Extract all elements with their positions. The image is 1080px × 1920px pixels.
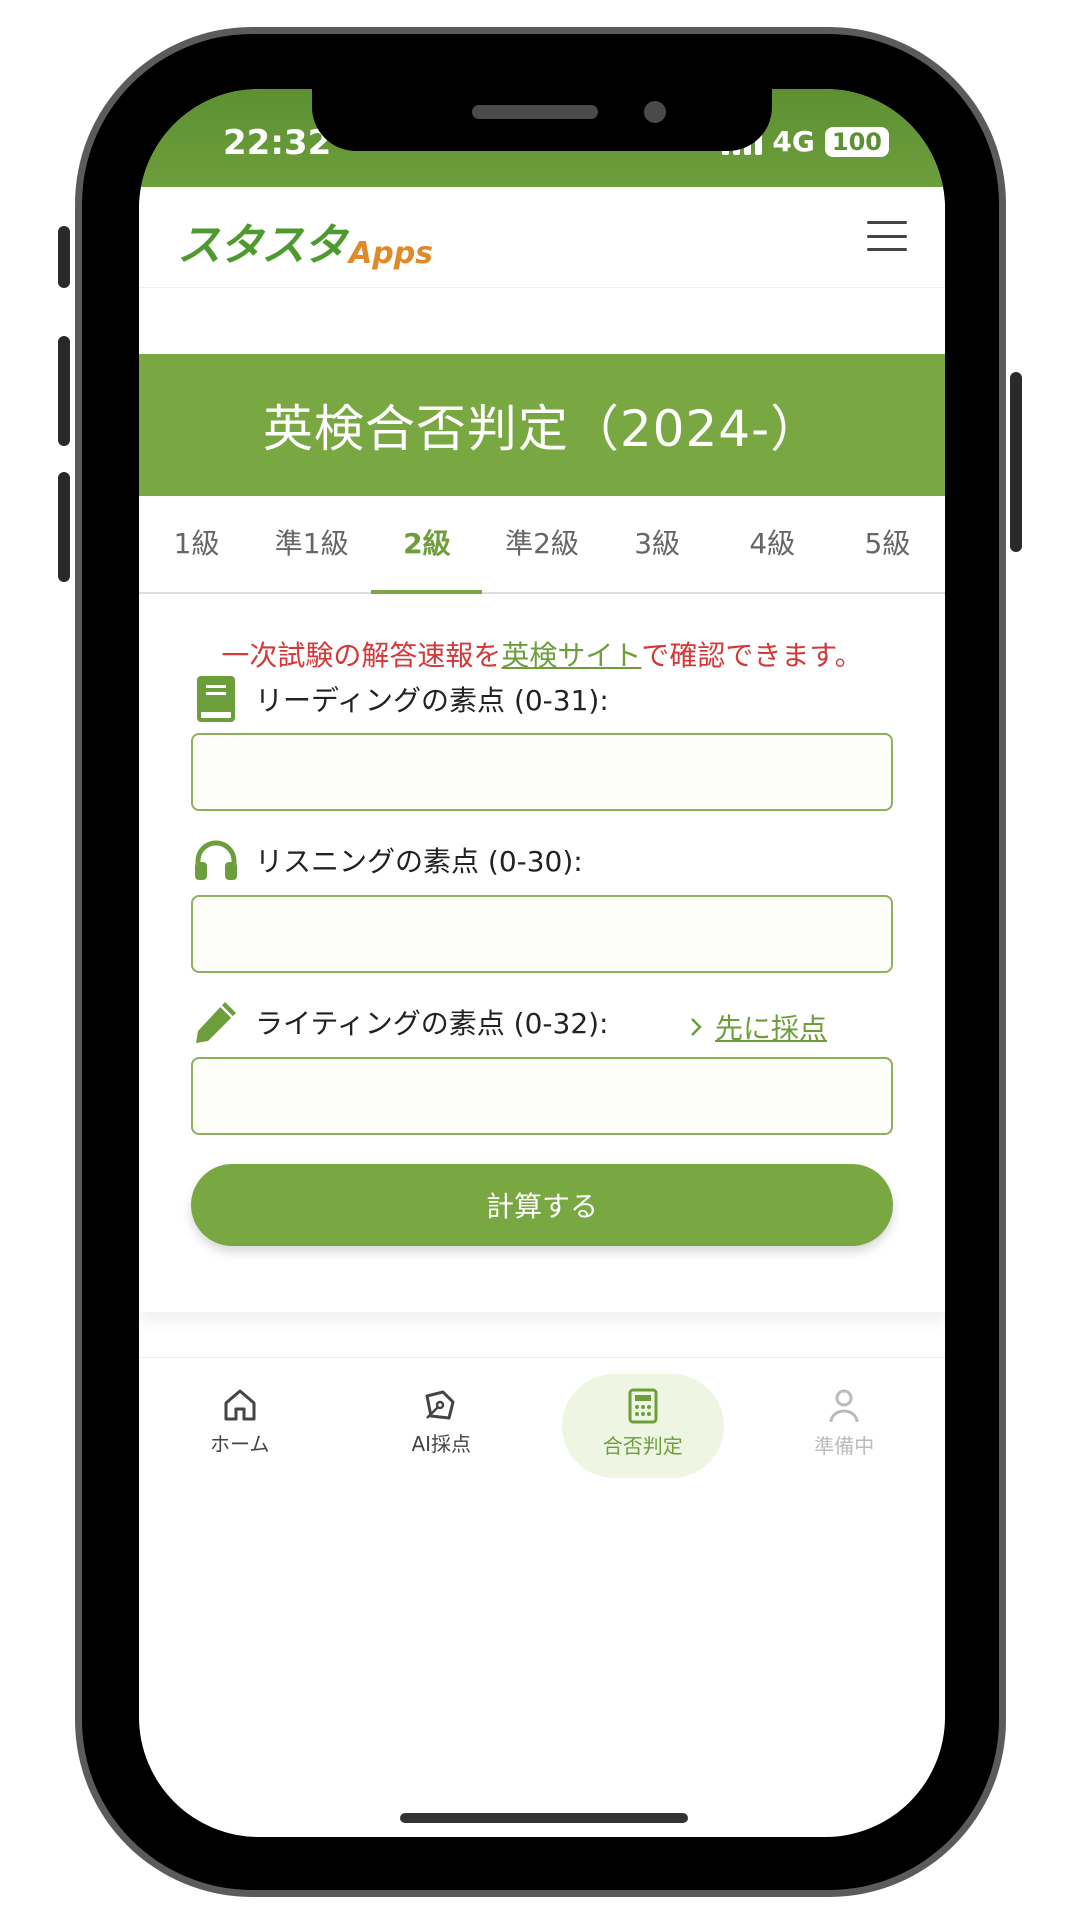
calculate-button[interactable]: 計算する [191, 1164, 893, 1246]
listening-label-row: リスニングの素点 (0-30): [191, 835, 583, 885]
phone-volume-down [58, 472, 70, 582]
pen-nib-icon [425, 1390, 455, 1420]
notice-before: 一次試験の解答速報を [221, 639, 502, 672]
home-indicator[interactable] [400, 1813, 688, 1823]
phone-silent-switch [58, 226, 70, 288]
phone-power-button [1010, 372, 1022, 552]
nav-label-pass-judgement: 合否判定 [602, 1434, 683, 1458]
app-screen: 22:32 4G 100 スタスタ Apps 英検合否判定（2024-） 1級 … [139, 89, 945, 1837]
app-logo[interactable]: スタスタ Apps [177, 209, 433, 273]
nav-item-coming-soon: 準備中 [744, 1358, 946, 1488]
notice-text: 一次試験の解答速報を英検サイトで確認できます。 [139, 634, 945, 674]
reading-label-row: リーディングの素点 (0-31): [191, 674, 609, 724]
reading-label: リーディングの素点 (0-31): [255, 684, 609, 717]
battery-icon: 100 [824, 126, 889, 157]
status-bar: 22:32 4G 100 [139, 89, 945, 187]
logo-sub-text: Apps [349, 236, 434, 271]
score-first-link[interactable]: 先に採点 [689, 1007, 827, 1047]
bottom-navigation: ホーム AI採点 合否判定 準備中 [139, 1357, 945, 1488]
calculator-icon [628, 1388, 658, 1424]
writing-label-row: ライティングの素点 (0-32): [191, 997, 609, 1047]
speaker-grille [472, 105, 598, 119]
writing-label: ライティングの素点 (0-32): [255, 1007, 609, 1040]
tab-grade-1[interactable]: 1級 [139, 496, 254, 592]
tab-grade-2[interactable]: 2級 [369, 496, 484, 594]
tab-grade-pre-2[interactable]: 準2級 [484, 496, 599, 592]
pencil-icon [191, 997, 241, 1047]
tab-grade-4[interactable]: 4級 [715, 496, 830, 592]
grade-tabs: 1級 準1級 2級 準2級 3級 4級 5級 [139, 496, 945, 594]
listening-score-input[interactable] [191, 895, 893, 973]
home-icon [224, 1389, 256, 1421]
writing-score-input[interactable] [191, 1057, 893, 1135]
nav-item-pass-judgement[interactable]: 合否判定 [542, 1358, 744, 1488]
hamburger-menu-icon[interactable] [867, 221, 907, 251]
front-camera [644, 101, 666, 123]
network-label: 4G [772, 125, 815, 158]
notice-after: で確認できます。 [641, 639, 863, 672]
tab-grade-5[interactable]: 5級 [830, 496, 945, 592]
tab-grade-3[interactable]: 3級 [600, 496, 715, 592]
book-icon [191, 674, 241, 724]
headphones-icon [191, 835, 241, 885]
app-header: スタスタ Apps [139, 187, 945, 288]
logo-main-text: スタスタ [177, 220, 347, 271]
nav-item-ai-scoring[interactable]: AI採点 [341, 1358, 543, 1488]
user-icon [829, 1389, 859, 1423]
nav-label-home: ホーム [210, 1432, 270, 1456]
status-time: 22:32 [223, 123, 332, 163]
device-notch [312, 89, 772, 151]
nav-item-home[interactable]: ホーム [139, 1358, 341, 1488]
score-first-link-label: 先に採点 [715, 1012, 828, 1045]
reading-score-input[interactable] [191, 733, 893, 811]
page-title-banner: 英検合否判定（2024-） [139, 354, 945, 496]
phone-volume-up [58, 336, 70, 446]
chevron-right-icon [691, 1018, 702, 1036]
page-title: 英検合否判定（2024-） [262, 400, 822, 458]
tab-grade-pre-1[interactable]: 準1級 [254, 496, 369, 592]
nav-label-ai-scoring: AI採点 [411, 1432, 472, 1456]
listening-label: リスニングの素点 (0-30): [255, 845, 583, 878]
nav-label-coming-soon: 準備中 [814, 1434, 875, 1458]
eiken-site-link[interactable]: 英検サイト [501, 639, 641, 672]
